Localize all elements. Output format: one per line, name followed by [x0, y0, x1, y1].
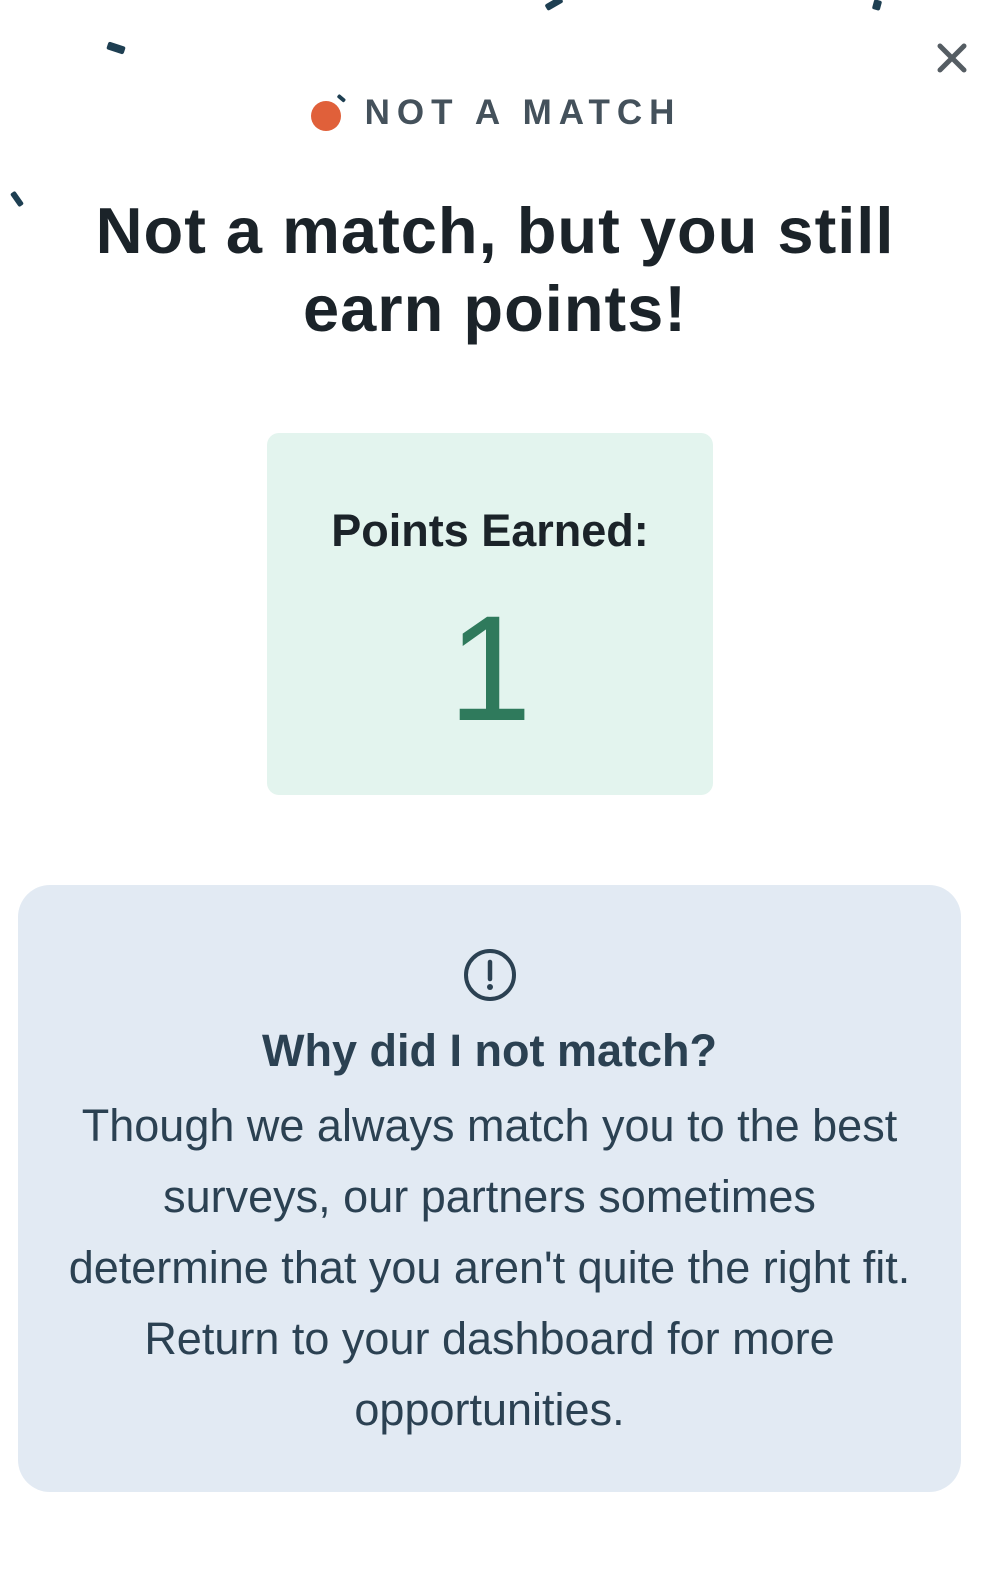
close-icon	[937, 43, 967, 73]
info-body: Though we always match you to the best s…	[68, 1100, 911, 1435]
confetti-piece	[106, 41, 126, 55]
alert-circle-icon	[464, 949, 516, 1001]
points-label: Points Earned:	[331, 505, 649, 556]
info-heading: Why did I not match?	[262, 1025, 717, 1076]
info-card: Why did I not match? Though we always ma…	[18, 885, 961, 1492]
orange-dot-icon	[310, 94, 346, 131]
page-title: Not a match, but you still earn points!	[95, 194, 895, 345]
confetti-piece	[9, 190, 25, 208]
points-value: 1	[448, 584, 532, 752]
points-card: Points Earned: 1	[267, 433, 713, 795]
eyebrow-label: NOT A MATCH	[364, 93, 682, 132]
confetti-piece	[544, 0, 564, 12]
close-button[interactable]	[930, 38, 974, 78]
match-status-eyebrow: NOT A MATCH	[0, 92, 990, 134]
confetti-piece	[871, 0, 883, 11]
